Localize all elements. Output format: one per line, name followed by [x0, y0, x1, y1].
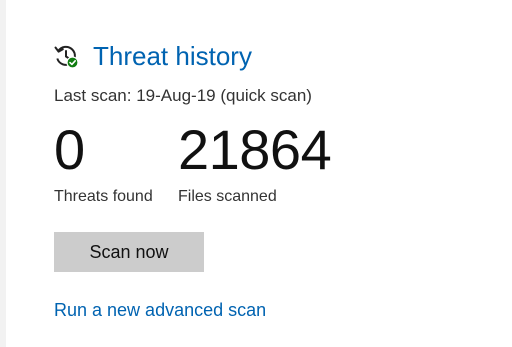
threats-found-label: Threats found [54, 188, 153, 205]
page-title: Threat history [93, 41, 252, 71]
scan-now-button[interactable]: Scan now [54, 232, 204, 272]
threat-history-panel: Threat history Last scan: 19-Aug-19 (qui… [6, 0, 512, 347]
last-scan-text: Last scan: 19-Aug-19 (quick scan) [54, 86, 312, 105]
threat-history-header: Threat history [53, 38, 252, 74]
files-scanned-count: 21864 [178, 118, 332, 181]
history-check-icon [53, 43, 79, 69]
files-scanned-label: Files scanned [178, 188, 277, 205]
advanced-scan-link[interactable]: Run a new advanced scan [54, 300, 266, 321]
threats-found-count: 0 [54, 118, 85, 181]
